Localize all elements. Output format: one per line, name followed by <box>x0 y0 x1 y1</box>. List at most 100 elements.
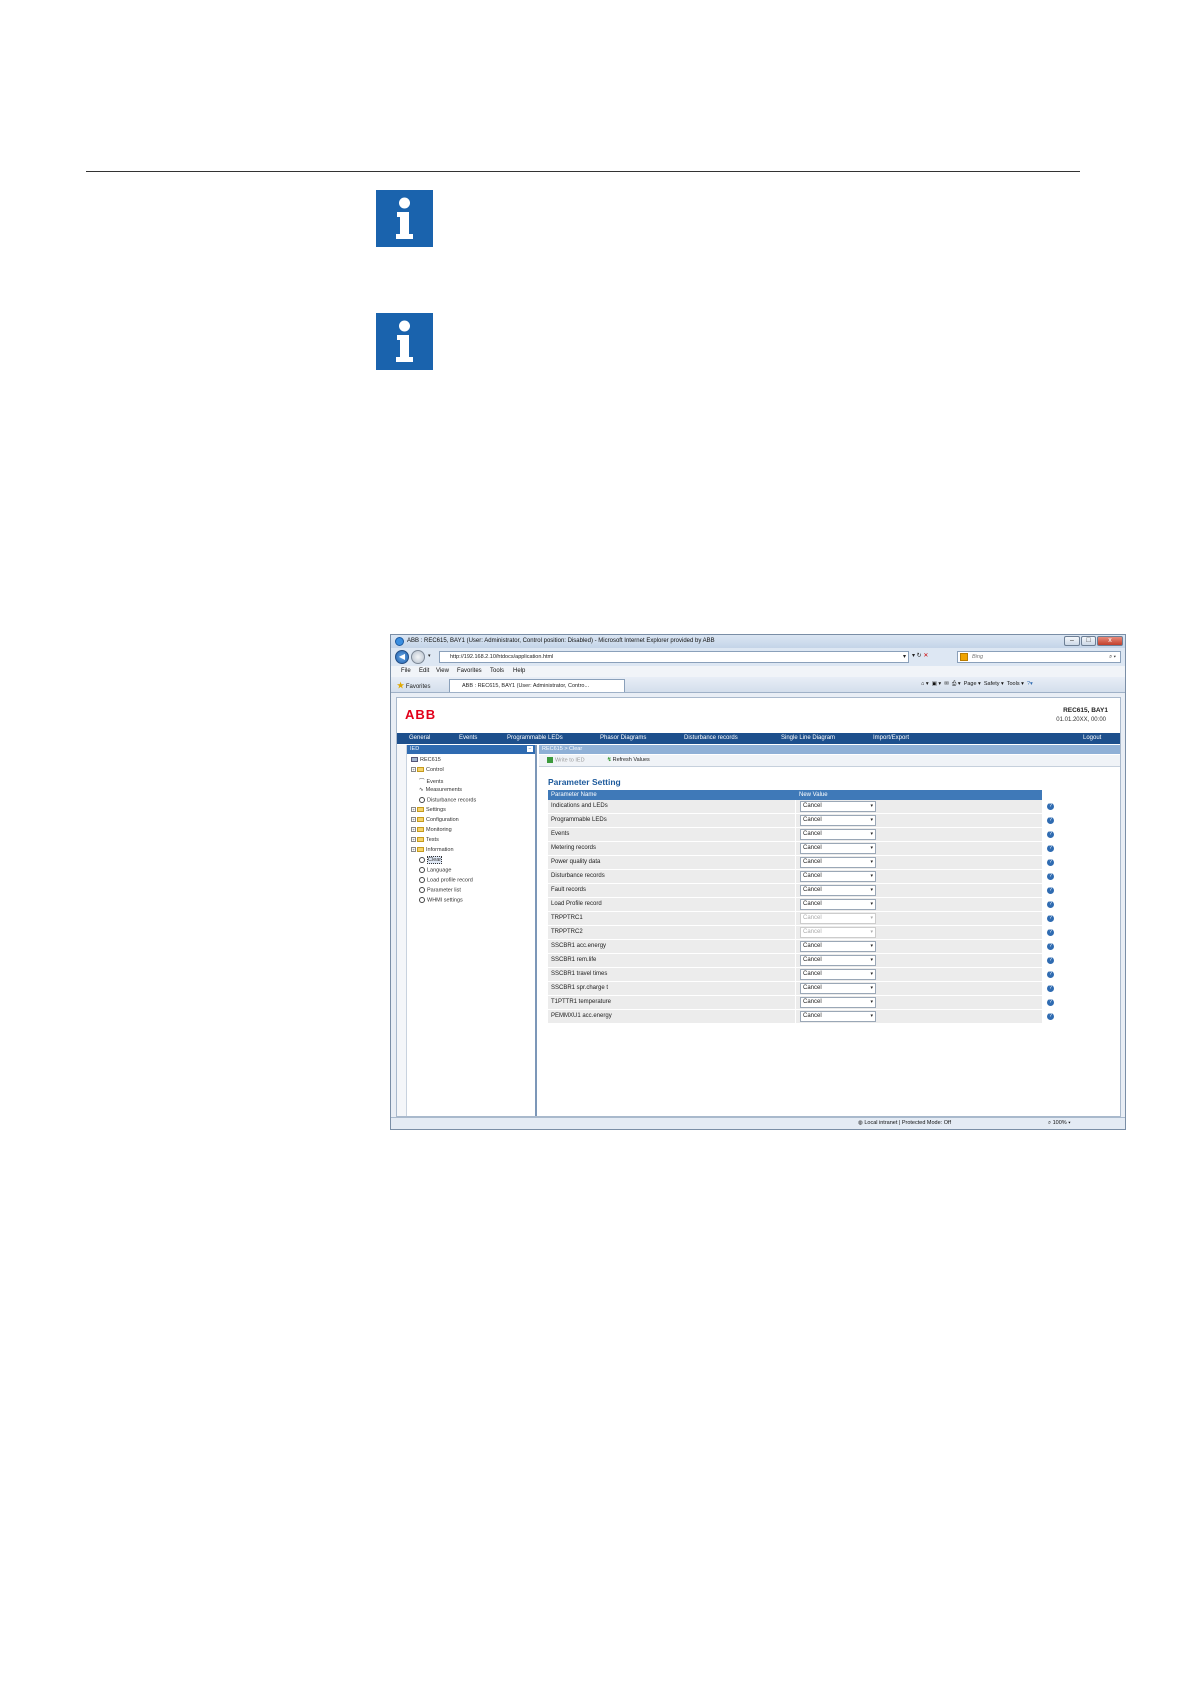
value-select[interactable]: Cancel ▾ <box>800 1011 876 1022</box>
value-select[interactable]: Cancel ▾ <box>800 885 876 896</box>
chevron-down-icon: ▾ <box>870 929 873 935</box>
minimize-button[interactable]: – <box>1064 636 1080 646</box>
value-cell: Cancel ▾ <box>796 954 1042 967</box>
value-select[interactable]: Cancel ▾ <box>800 801 876 812</box>
home-icon[interactable]: ⌂ ▾ <box>921 681 929 687</box>
search-icon[interactable]: ⌕ ▾ <box>1109 652 1116 662</box>
tree-item-tests[interactable]: + Tests <box>411 837 439 843</box>
help-icon[interactable]: ? <box>1047 943 1054 950</box>
menu-bar: File Edit View Favorites Tools Help <box>391 666 1125 677</box>
nav-general[interactable]: General <box>409 735 430 741</box>
help-icon[interactable]: ? <box>1047 957 1054 964</box>
write-to-ied-button[interactable]: Write to IED <box>547 757 585 763</box>
nav-import-export[interactable]: Import/Export <box>873 735 909 741</box>
nav-single-line-diagram[interactable]: Single Line Diagram <box>781 735 835 741</box>
help-icon[interactable]: ?▾ <box>1027 681 1033 687</box>
tree-item-parameter-list[interactable]: Parameter list <box>419 887 461 893</box>
expand-icon: + <box>411 767 416 773</box>
events-icon: ⌒ <box>419 779 425 785</box>
value-select[interactable]: Cancel ▾ <box>800 899 876 910</box>
menu-view[interactable]: View <box>436 668 449 674</box>
menu-edit[interactable]: Edit <box>419 668 429 674</box>
value-select[interactable]: Cancel ▾ <box>800 871 876 882</box>
info-icon <box>376 190 433 247</box>
tree-item-rec615[interactable]: REC615 <box>411 757 441 763</box>
tree-item-configuration[interactable]: + Configuration <box>411 817 459 823</box>
help-icon[interactable]: ? <box>1047 999 1054 1006</box>
value-select[interactable]: Cancel ▾ <box>800 857 876 868</box>
address-dropdown-icon[interactable]: ▾ <box>903 652 906 662</box>
tree-item-measurements[interactable]: ∿ Measurements <box>419 787 462 793</box>
zoom-control[interactable]: ⌕ 100% ▾ <box>1048 1120 1071 1127</box>
chevron-down-icon: ▾ <box>870 943 873 949</box>
value-cell: Cancel ▾ <box>796 800 1042 813</box>
browser-tab[interactable]: ABB : REC615, BAY1 (User: Administrator,… <box>449 679 625 692</box>
help-icon[interactable]: ? <box>1047 831 1054 838</box>
help-icon[interactable]: ? <box>1047 929 1054 936</box>
tree-item-clear[interactable]: Clear <box>419 856 443 865</box>
tree-item-language[interactable]: Language <box>419 867 451 873</box>
value-select[interactable]: Cancel ▾ <box>800 969 876 980</box>
tree-item-control[interactable]: + Control <box>411 767 444 773</box>
help-icon[interactable]: ? <box>1047 873 1054 880</box>
nav-phasor-diagrams[interactable]: Phasor Diagrams <box>600 735 646 741</box>
tools-menu[interactable]: Tools ▾ <box>1007 681 1024 687</box>
help-icon[interactable]: ? <box>1047 817 1054 824</box>
tree-item-monitoring[interactable]: + Monitoring <box>411 827 452 833</box>
nav-programmable-leds[interactable]: Programmable LEDs <box>507 735 563 741</box>
tree-item-load-profile-record[interactable]: Load profile record <box>419 877 473 883</box>
nav-events[interactable]: Events <box>459 735 477 741</box>
chevron-down-icon: ▾ <box>870 873 873 879</box>
address-field[interactable]: http://192.168.2.10/htdocs/application.h… <box>439 651 909 663</box>
menu-favorites[interactable]: Favorites <box>457 668 482 674</box>
help-icon[interactable]: ? <box>1047 901 1054 908</box>
tree-item-information[interactable]: + Information <box>411 847 454 853</box>
print-icon[interactable]: ⎙ ▾ <box>952 681 961 687</box>
device-date: 01.01.20XX, 00:00 <box>1056 717 1106 723</box>
tree-item-whmi-settings[interactable]: WHMI settings <box>419 897 463 903</box>
forward-button[interactable] <box>411 650 425 664</box>
safety-menu[interactable]: Safety ▾ <box>984 681 1004 687</box>
chevron-down-icon: ▾ <box>870 817 873 823</box>
help-icon[interactable]: ? <box>1047 859 1054 866</box>
value-select[interactable]: Cancel ▾ <box>800 829 876 840</box>
menu-tools[interactable]: Tools <box>490 668 504 674</box>
value-cell: Cancel ▾ <box>796 828 1042 841</box>
help-icon[interactable]: ? <box>1047 1013 1054 1020</box>
refresh-values-button[interactable]: ↯Refresh Values <box>607 757 650 763</box>
collapse-icon[interactable]: − <box>527 746 533 752</box>
table-row: Metering records Cancel ▾? <box>548 842 1054 856</box>
maximize-button[interactable]: □ <box>1081 636 1096 646</box>
page-menu[interactable]: Page ▾ <box>964 681 981 687</box>
menu-help[interactable]: Help <box>513 668 525 674</box>
value-select[interactable]: Cancel ▾ <box>800 997 876 1008</box>
value-select[interactable]: Cancel ▾ <box>800 843 876 854</box>
tree-item-disturbance-records[interactable]: Disturbance records <box>419 797 476 803</box>
help-icon[interactable]: ? <box>1047 915 1054 922</box>
help-icon[interactable]: ? <box>1047 985 1054 992</box>
help-icon[interactable]: ? <box>1047 971 1054 978</box>
value-select[interactable]: Cancel ▾ <box>800 815 876 826</box>
parameter-name: Events <box>548 828 795 841</box>
nav-disturbance-records[interactable]: Disturbance records <box>684 735 738 741</box>
folder-icon <box>417 847 424 853</box>
tree-item-events[interactable]: ⌒ Events <box>419 777 443 785</box>
value-select[interactable]: Cancel ▾ <box>800 955 876 966</box>
value-select[interactable]: Cancel ▾ <box>800 941 876 952</box>
menu-file[interactable]: File <box>401 668 411 674</box>
refresh-stop-icons[interactable]: ▾ ↻ ✕ <box>912 652 928 659</box>
back-button[interactable]: ◀ <box>395 650 409 664</box>
value-select[interactable]: Cancel ▾ <box>800 983 876 994</box>
chevron-down-icon: ▾ <box>870 1013 873 1019</box>
help-icon[interactable]: ? <box>1047 845 1054 852</box>
help-icon[interactable]: ? <box>1047 887 1054 894</box>
feeds-icon[interactable]: ▣ ▾ <box>932 681 942 687</box>
search-input[interactable]: Bing ⌕ ▾ <box>957 651 1121 663</box>
favorites-button[interactable]: ★ Favorites <box>397 681 431 690</box>
close-button[interactable]: x <box>1097 636 1123 646</box>
mail-icon[interactable]: ✉ <box>944 681 949 687</box>
help-icon[interactable]: ? <box>1047 803 1054 810</box>
tree-item-settings[interactable]: + Settings <box>411 807 446 813</box>
logout-link[interactable]: Logout <box>1083 735 1101 741</box>
history-dropdown-icon[interactable]: ▾ <box>428 653 431 659</box>
